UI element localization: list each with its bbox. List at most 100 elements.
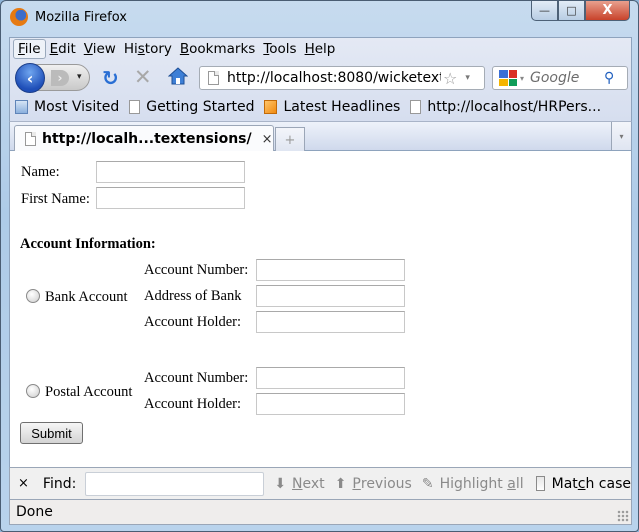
resize-grip-icon[interactable] <box>617 510 629 522</box>
menu-view[interactable]: View <box>80 40 120 58</box>
url-bar[interactable]: http://localhost:8080/wicketexte ☆ ▾ <box>199 66 485 90</box>
highlight-label-rest: ll <box>515 475 524 492</box>
menu-accel: E <box>49 41 59 57</box>
name-input[interactable] <box>96 161 245 183</box>
menu-accel: F <box>18 41 25 57</box>
menu-edit[interactable]: Edit <box>46 40 80 58</box>
menu-label: elp <box>314 41 336 57</box>
search-input[interactable]: Google <box>530 70 600 86</box>
bookmark-label: Getting Started <box>146 99 255 115</box>
find-label: Find: <box>42 475 77 492</box>
find-next-accel: N <box>292 475 303 492</box>
menu-history[interactable]: History <box>120 40 176 58</box>
list-all-tabs-button[interactable]: ▾ <box>611 122 631 150</box>
maximize-button[interactable]: □ <box>558 1 585 21</box>
browser-toolbar-area: File Edit View History Bookmarks Tools H… <box>9 37 632 121</box>
page-icon <box>208 71 219 85</box>
highlight-all-button[interactable]: ✎ Highlight a ll <box>422 476 524 492</box>
bank-account-radio[interactable] <box>26 289 40 303</box>
bookmark-latest-headlines[interactable]: Latest Headlines <box>264 99 400 115</box>
bookmark-getting-started[interactable]: Getting Started <box>129 99 254 115</box>
tab-active[interactable]: http://localh...textensions/ × <box>14 125 274 152</box>
status-bar: Done <box>9 499 632 525</box>
chevron-down-icon: ▾ <box>619 131 624 141</box>
history-dropdown-icon[interactable]: ▾ <box>77 72 82 82</box>
match-case-text-rest: h case <box>585 475 631 492</box>
bookmark-star-icon[interactable]: ☆ <box>443 69 457 88</box>
menu-help[interactable]: Help <box>301 40 340 58</box>
bookmark-most-visited[interactable]: Most Visited <box>15 99 119 115</box>
url-dropdown-icon[interactable]: ▾ <box>465 73 470 83</box>
bookmark-label: Latest Headlines <box>283 99 401 115</box>
match-case-label[interactable]: Match case <box>552 476 631 492</box>
back-button[interactable]: ‹ <box>15 63 45 93</box>
search-icon[interactable]: ⚲ <box>604 70 614 86</box>
postal-account-holder-input[interactable] <box>256 393 405 415</box>
arrow-up-icon: ⬆ <box>334 475 347 492</box>
navigation-bar: ‹ › ▾ ↻ ✕ http://localhost:8080/wicketex… <box>10 60 631 94</box>
find-input[interactable] <box>85 471 265 496</box>
menu-tools[interactable]: Tools <box>259 40 300 58</box>
bookmark-label: http://localhost/HRPers... <box>427 99 602 115</box>
first-name-input[interactable] <box>96 187 245 209</box>
submit-button[interactable]: Submit <box>20 422 83 444</box>
firefox-logo-icon <box>10 8 28 26</box>
postal-account-label[interactable]: Postal Account <box>45 384 132 401</box>
status-text: Done <box>16 504 53 520</box>
name-label: Name: <box>21 164 60 180</box>
close-icon: X <box>602 3 613 18</box>
forward-button[interactable]: › <box>51 70 69 86</box>
find-previous-accel: P <box>352 475 361 492</box>
postal-account-number-label: Account Number: <box>144 370 249 386</box>
tab-strip: http://localh...textensions/ × + ▾ <box>9 121 632 152</box>
page-icon <box>129 100 141 114</box>
home-icon[interactable] <box>168 67 188 85</box>
find-next-label: ext <box>302 475 325 492</box>
close-window-button[interactable]: X <box>585 1 630 21</box>
match-case-checkbox[interactable] <box>535 476 545 491</box>
close-find-bar-icon[interactable]: × <box>18 476 29 491</box>
rss-feed-icon <box>264 100 278 114</box>
postal-account-radio[interactable] <box>26 384 40 398</box>
postal-account-number-input[interactable] <box>256 367 405 389</box>
first-name-label: First Name: <box>21 191 90 207</box>
menu-file[interactable]: File <box>13 39 46 59</box>
highlight-accel: a <box>507 475 516 492</box>
find-previous-button[interactable]: ⬆ Previous <box>335 476 412 492</box>
minimize-button[interactable]: — <box>531 1 558 21</box>
window-title: Mozilla Firefox <box>35 10 127 25</box>
title-bar[interactable]: Mozilla Firefox — □ X <box>1 1 638 37</box>
url-input[interactable]: http://localhost:8080/wicketexte <box>227 70 441 86</box>
search-bar[interactable]: ▾ Google ⚲ <box>492 66 628 90</box>
menu-accel: s <box>137 41 145 57</box>
close-tab-icon[interactable]: × <box>262 132 273 147</box>
bank-account-label[interactable]: Bank Account <box>45 289 128 306</box>
menu-accel: B <box>179 41 190 57</box>
google-engine-icon[interactable] <box>499 70 517 86</box>
highlight-label: Highlight <box>439 475 508 492</box>
menu-label: dit <box>58 41 76 57</box>
menu-bookmarks[interactable]: Bookmarks <box>176 40 259 58</box>
bookmark-label: Most Visited <box>34 99 120 115</box>
find-bar: × Find: ⬇ Next ⬆ Previous ✎ Highlight a ll M… <box>9 467 632 499</box>
menu-label: Hi <box>123 41 138 57</box>
bookmark-hrpers[interactable]: http://localhost/HRPers... <box>410 99 601 115</box>
highlighter-icon: ✎ <box>421 475 434 492</box>
postal-account-holder-label: Account Holder: <box>144 396 242 412</box>
tab-title: http://localh...textensions/ <box>42 131 252 147</box>
reload-icon[interactable]: ↻ <box>102 66 119 90</box>
stop-icon[interactable]: ✕ <box>134 65 152 89</box>
new-tab-button[interactable]: + <box>275 127 305 152</box>
find-next-button[interactable]: ⬇ Next <box>274 476 324 492</box>
search-engine-dropdown-icon[interactable]: ▾ <box>520 74 524 83</box>
page-icon <box>410 100 422 114</box>
page-icon <box>25 132 36 146</box>
back-forward-group: ‹ › ▾ <box>15 63 90 93</box>
bank-address-input[interactable] <box>256 285 405 307</box>
match-case-text: Mat <box>551 475 578 492</box>
menu-accel: V <box>83 41 93 57</box>
bank-account-holder-input[interactable] <box>256 311 405 333</box>
page-content: Name: First Name: Account Information: B… <box>9 151 632 467</box>
bank-account-number-input[interactable] <box>256 259 405 281</box>
menu-label: tory <box>144 41 172 57</box>
